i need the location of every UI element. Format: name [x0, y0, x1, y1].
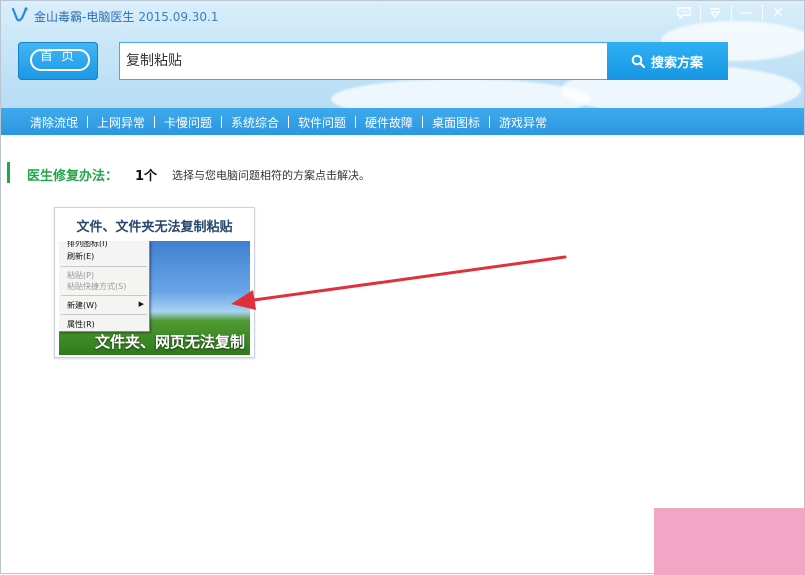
nav-item-games[interactable]: 游戏异常 [499, 114, 547, 131]
context-menu-divider [61, 314, 147, 315]
nav-item-slowdown[interactable]: 卡慢问题 [164, 114, 212, 131]
context-menu-divider [61, 295, 147, 296]
nav-divider [87, 116, 88, 128]
results-tip: 选择与您电脑问题相符的方案点击解决。 [172, 169, 370, 182]
header: 金山毒霸-电脑医生 2015.09.30.1 — ✕ 首 页 复制粘贴 搜索方案 [1, 1, 804, 108]
nav-divider [221, 116, 222, 128]
context-menu-item: 属性(R) [67, 320, 95, 329]
context-menu-item: 新建(W) [67, 301, 98, 310]
app-name: 金山毒霸-电脑医生 [34, 10, 135, 24]
nav-divider [154, 116, 155, 128]
app-window: 金山毒霸-电脑医生 2015.09.30.1 — ✕ 首 页 复制粘贴 搜索方案… [0, 0, 805, 575]
solution-card[interactable]: 文件、文件夹无法复制粘贴 排列图标(I) 刷新(E) 粘贴(P) 粘贴快捷方式(… [54, 207, 255, 358]
search-icon [631, 54, 645, 68]
close-button[interactable]: ✕ [765, 3, 791, 23]
nav-item-system[interactable]: 系统综合 [231, 114, 279, 131]
context-menu-item: 刷新(E) [67, 252, 95, 261]
nav-item-internet[interactable]: 上网异常 [97, 114, 145, 131]
results-count: 1个 [135, 169, 158, 184]
section-marker [7, 162, 10, 183]
context-menu-item: 粘贴(P) [67, 271, 95, 280]
chat-button[interactable] [671, 3, 697, 23]
nav-item-hardware[interactable]: 硬件故障 [365, 114, 413, 131]
context-menu-item: 排列图标(I) [67, 241, 108, 248]
nav-item-software[interactable]: 软件问题 [298, 114, 346, 131]
nav-item-desktop-icons[interactable]: 桌面图标 [432, 114, 480, 131]
titlebar-divider [731, 5, 732, 21]
app-title: 金山毒霸-电脑医生 2015.09.30.1 [34, 8, 219, 25]
app-version: 2015.09.30.1 [138, 10, 219, 24]
context-menu-divider [61, 266, 147, 267]
solution-thumbnail-caption: 文件夹、网页无法复制 [94, 333, 245, 351]
title-bar: 金山毒霸-电脑医生 2015.09.30.1 — ✕ [1, 1, 804, 29]
solution-card-title: 文件、文件夹无法复制粘贴 [76, 220, 233, 235]
chat-bubble-icon [677, 7, 691, 20]
nav-divider [288, 116, 289, 128]
home-button[interactable]: 首 页 [18, 42, 98, 80]
nav-divider [489, 116, 490, 128]
search-input[interactable] [126, 52, 596, 68]
nav-divider [355, 116, 356, 128]
search-button[interactable]: 搜索方案 [607, 42, 728, 80]
submenu-arrow-icon: ▶ [138, 300, 144, 308]
corner-watermark-block [654, 508, 805, 575]
menu-icon [709, 8, 721, 19]
home-button-label: 首 页 [39, 49, 77, 64]
cloud-decoration [331, 79, 591, 108]
context-menu-item: 粘贴快捷方式(S) [67, 282, 127, 291]
menu-button[interactable] [702, 3, 728, 23]
search-button-label: 搜索方案 [651, 56, 704, 71]
context-menu-illustration: 排列图标(I) 刷新(E) 粘贴(P) 粘贴快捷方式(S) 新建(W) ▶ 属性… [59, 241, 150, 332]
nav-divider [422, 116, 423, 128]
titlebar-divider [700, 5, 701, 21]
results-label: 医生修复办法： [27, 169, 119, 184]
minimize-button[interactable]: — [733, 3, 759, 23]
titlebar-divider [762, 5, 763, 21]
category-nav: 清除流氓 上网异常 卡慢问题 系统综合 软件问题 硬件故障 桌面图标 游戏异常 [1, 108, 804, 135]
search-box[interactable] [119, 42, 609, 80]
nav-item-clean-rogue[interactable]: 清除流氓 [30, 114, 78, 131]
solution-thumbnail: 排列图标(I) 刷新(E) 粘贴(P) 粘贴快捷方式(S) 新建(W) ▶ 属性… [59, 241, 250, 355]
app-logo-icon [11, 7, 28, 22]
